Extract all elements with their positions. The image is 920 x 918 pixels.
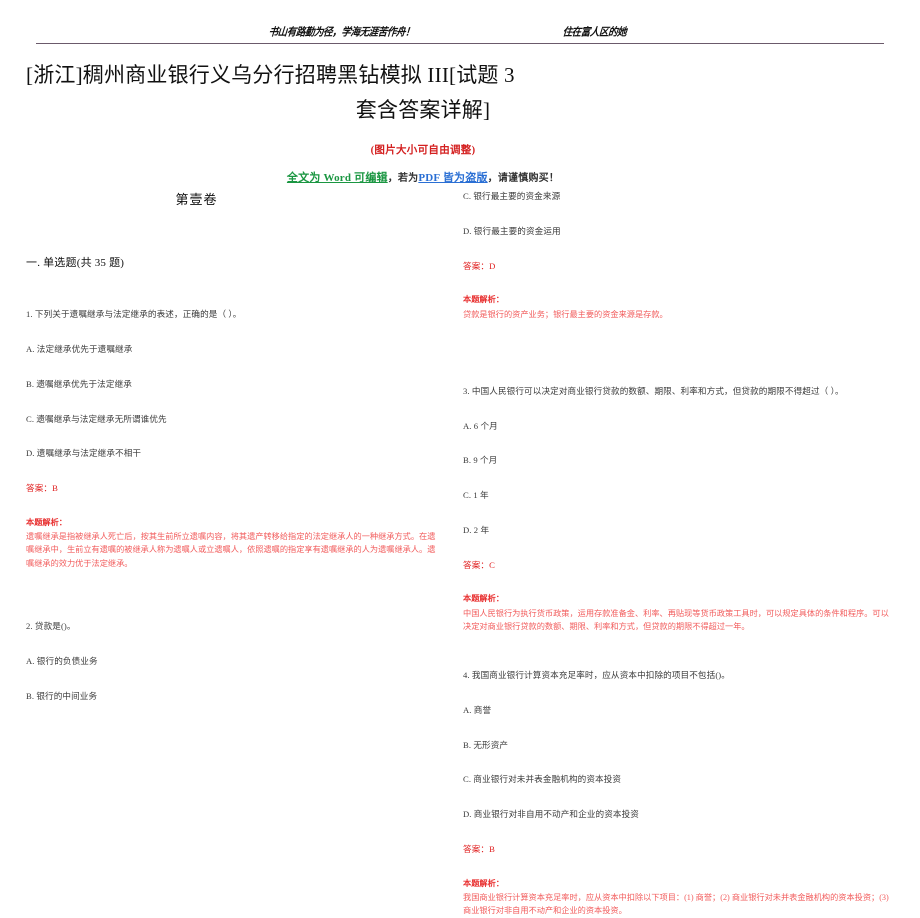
question-option: A. 法定继承优先于遗嘱继承: [26, 344, 133, 355]
analysis-body: 我国商业银行计算资本充足率时，应从资本中扣除以下项目：(1) 商誉；(2) 商业…: [463, 892, 889, 916]
analysis-body: 贷款是银行的资产业务；银行最主要的资金来源是存款。: [463, 309, 668, 319]
header-motto: 书山有路勤为径，学海无涯苦作舟！: [268, 23, 415, 39]
column-right: C. 银行最主要的资金来源 D. 银行最主要的资金运用 答案：D 本题解析： 贷…: [455, 190, 920, 915]
volume-label: 第壹卷: [175, 192, 218, 207]
question-option: C. 银行最主要的资金来源: [463, 191, 561, 201]
question-option: A. 银行的负债业务: [26, 655, 98, 666]
question-stem: 4. 我国商业银行计算资本充足率时，应从资本中扣除的项目不包括()。: [463, 670, 730, 681]
question-stem: 2. 贷款是()。: [26, 621, 76, 632]
question-option: B. 遗嘱继承优先于法定继承: [26, 378, 132, 389]
question-option: A. 6 个月: [463, 420, 498, 431]
question-analysis: 本题解析： 中国人民银行为执行货币政策，运用存款准备金、利率、再贴现等货币政策工…: [463, 592, 890, 633]
notice-separator-1: ，若为: [387, 173, 419, 184]
page-title: [浙江]稠州商业银行义乌分行招聘黑钻模拟 III[试题 3 套含答案详解]: [26, 58, 880, 128]
analysis-label: 本题解析：: [463, 878, 504, 888]
page-title-line-1: [浙江]稠州商业银行义乌分行招聘黑钻模拟 III[试题 3: [26, 63, 515, 87]
question-block: 4. 我国商业银行计算资本充足率时，应从资本中扣除的项目不包括()。 A. 商誉…: [463, 669, 890, 917]
notice-block: (图片大小可自由调整) 全文为 Word 可编辑，若为PDF 皆为盗版，请谨慎购…: [26, 142, 880, 185]
analysis-label: 本题解析：: [26, 517, 67, 527]
question-analysis: 本题解析： 贷款是银行的资产业务；银行最主要的资金来源是存款。: [463, 293, 890, 321]
column-left: 第壹卷 一. 单选题(共 35 题) 1. 下列关于遗嘱继承与法定继承的表述，正…: [0, 190, 455, 701]
question-option: C. 遗嘱继承与法定继承无所谓谁优先: [26, 413, 167, 424]
question-block: 3. 中国人民银行可以决定对商业银行贷款的数额、期限、利率和方式，但贷款的期限不…: [463, 385, 890, 633]
question-option: B. 银行的中间业务: [26, 690, 98, 701]
question-answer: 答案：B: [26, 483, 58, 494]
title-block: [浙江]稠州商业银行义乌分行招聘黑钻模拟 III[试题 3 套含答案详解] (图…: [26, 58, 880, 185]
question-option: A. 商誉: [463, 704, 492, 715]
header-right-note: 住在富人区的她: [561, 26, 627, 39]
page-title-line-2: 套含答案详解]: [355, 98, 491, 122]
question-option: B. 9 个月: [463, 455, 498, 466]
question-answer: 答案：D: [463, 260, 496, 271]
header-inner: 书山有路勤为径，学海无涯苦作舟！ 住在富人区的她: [36, 25, 884, 39]
question-analysis: 本题解析： 遗嘱继承是指被继承人死亡后，按其生前所立遗嘱内容，将其遗产转移给指定…: [26, 516, 437, 570]
pdf-piracy-note: PDF 皆为盗版: [418, 172, 488, 184]
word-editable-note: 全文为 Word 可编辑: [286, 172, 388, 184]
page-running-header: 书山有路勤为径，学海无涯苦作舟！ 住在富人区的她: [36, 0, 884, 44]
document-body: 第壹卷 一. 单选题(共 35 题) 1. 下列关于遗嘱继承与法定继承的表述，正…: [0, 190, 920, 915]
question-block: 2. 贷款是()。 A. 银行的负债业务 B. 银行的中间业务: [26, 620, 437, 703]
question-option: C. 1 年: [463, 490, 489, 501]
copyright-note: 全文为 Word 可编辑，若为PDF 皆为盗版，请谨慎购买！: [26, 169, 820, 185]
question-stem: 1. 下列关于遗嘱继承与法定继承的表述，正确的是（ ）。: [26, 309, 242, 320]
question-answer: 答案：C: [463, 559, 495, 570]
image-size-note: (图片大小可自由调整): [370, 145, 476, 156]
analysis-label: 本题解析：: [463, 295, 504, 305]
header-motto-text: 书山有路勤为径，学海无涯苦作舟！: [268, 26, 415, 39]
analysis-label: 本题解析：: [463, 594, 504, 604]
analysis-body: 中国人民银行为执行货币政策，运用存款准备金、利率、再贴现等货币政策工具时，可以规…: [463, 608, 889, 631]
question-block: 1. 下列关于遗嘱继承与法定继承的表述，正确的是（ ）。 A. 法定继承优先于遗…: [26, 308, 437, 570]
question-stem: 3. 中国人民银行可以决定对商业银行贷款的数额、期限、利率和方式，但贷款的期限不…: [463, 385, 844, 396]
section-heading: 一. 单选题(共 35 题): [26, 256, 125, 269]
question-analysis: 本题解析： 我国商业银行计算资本充足率时，应从资本中扣除以下项目：(1) 商誉；…: [463, 877, 890, 918]
question-option: C. 商业银行对未并表金融机构的资本投资: [463, 774, 622, 785]
question-option: B. 无形资产: [463, 739, 509, 750]
question-option: D. 商业银行对非自用不动产和企业的资本投资: [463, 809, 639, 820]
question-block: C. 银行最主要的资金来源 D. 银行最主要的资金运用 答案：D 本题解析： 贷…: [463, 190, 890, 321]
question-option: D. 遗嘱继承与法定继承不相干: [26, 448, 142, 459]
question-option: D. 银行最主要的资金运用: [463, 225, 561, 236]
analysis-body: 遗嘱继承是指被继承人死亡后，按其生前所立遗嘱内容，将其遗产转移给指定的法定继承人…: [26, 532, 436, 568]
notice-separator-2: ，请谨慎购买！: [487, 173, 560, 184]
question-answer: 答案：B: [463, 843, 495, 854]
question-option: D. 2 年: [463, 524, 490, 535]
